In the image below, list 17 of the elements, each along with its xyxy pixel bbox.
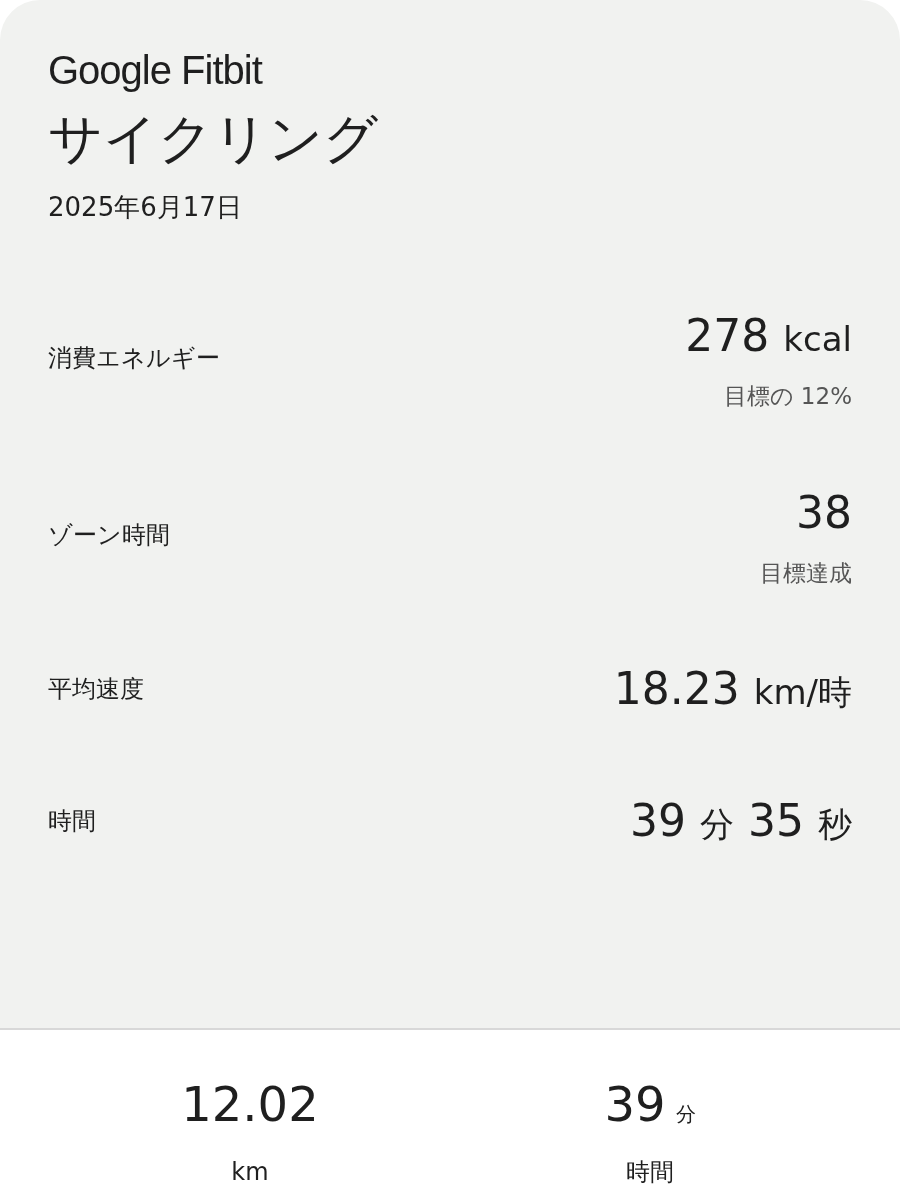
metric-label: ゾーン時間 — [48, 519, 170, 551]
summary-value: 39 分 — [604, 1075, 696, 1134]
summary-value: 12.02 — [181, 1075, 319, 1134]
activity-title: サイクリング — [48, 106, 378, 172]
metric-value: 18.23 km/時 — [613, 662, 852, 716]
summary-label: km — [231, 1157, 269, 1188]
activity-date: 2025年6月17日 — [48, 191, 242, 224]
summary-label: 時間 — [626, 1157, 674, 1188]
metric-value: 39 分 35 秒 — [630, 794, 852, 848]
metric-label: 時間 — [48, 806, 96, 837]
brand-logo: Google Fitbit — [48, 47, 262, 94]
metric-note: 目標達成 — [760, 558, 852, 588]
metric-value: 38 — [796, 485, 852, 540]
metric-label: 平均速度 — [48, 674, 144, 705]
metric-note: 目標の 12% — [723, 382, 852, 411]
metric-value: 278 kcal — [685, 309, 852, 363]
metric-label: 消費エネルギー — [48, 343, 220, 375]
